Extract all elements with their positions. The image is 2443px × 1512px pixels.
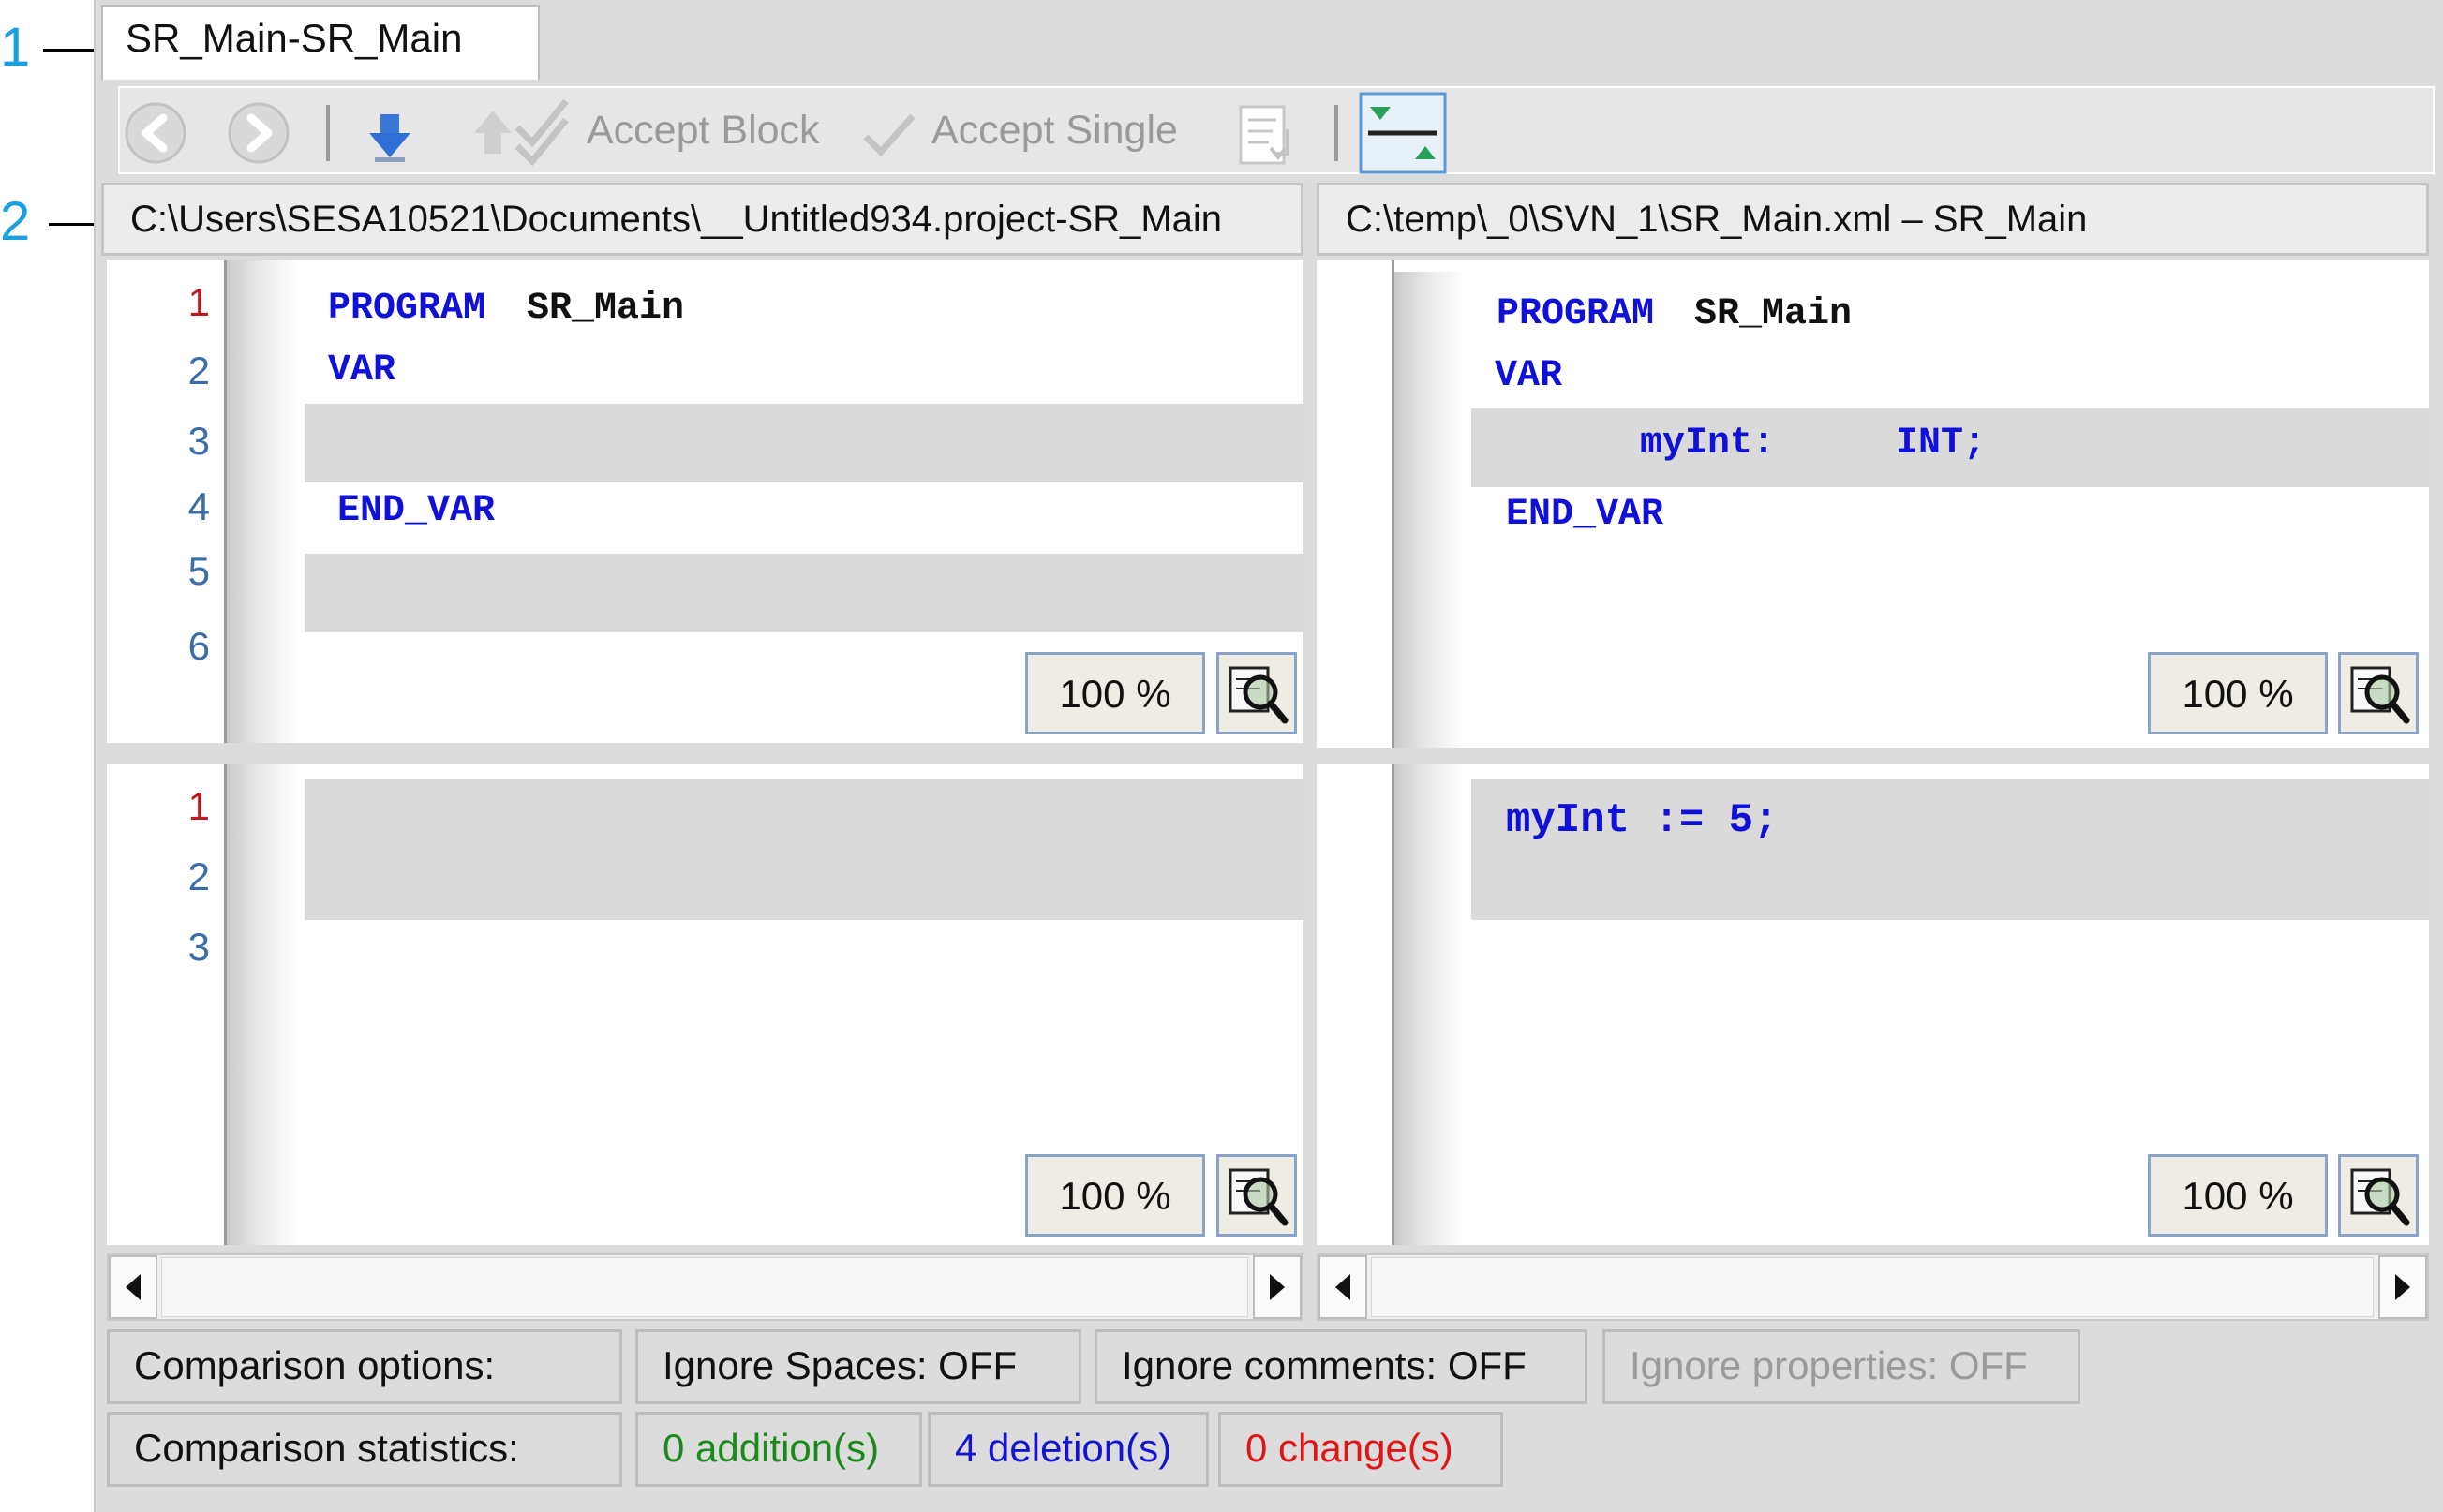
code-keyword: PROGRAM	[328, 288, 486, 330]
code-keyword: PROGRAM	[1497, 293, 1655, 335]
changes-count: 0 change(s)	[1218, 1412, 1503, 1487]
line-number: 1	[187, 280, 210, 324]
line-number: 5	[187, 549, 210, 593]
ignore-properties-toggle[interactable]: Ignore properties: OFF	[1602, 1329, 2080, 1404]
code-keyword: END_VAR	[337, 490, 496, 532]
left-horizontal-scrollbar[interactable]	[107, 1253, 1303, 1321]
code-keyword: END_VAR	[1506, 494, 1664, 536]
next-difference-icon[interactable]	[364, 107, 416, 165]
right-horizontal-scrollbar[interactable]	[1317, 1253, 2429, 1321]
left-implementation-pane[interactable]: 1 2 3 100 %	[107, 764, 1303, 1245]
magnifier-icon	[2350, 1168, 2410, 1226]
callout-1: 1	[0, 17, 31, 78]
toolbar-separator	[326, 105, 330, 161]
code-identifier: SR_Main	[1694, 293, 1853, 335]
accept-block-icon[interactable]	[512, 96, 577, 169]
line-number: 3	[187, 925, 210, 969]
callout-1-line	[43, 49, 101, 52]
left-declaration-pane[interactable]: 1 2 3 4 5 6 PROGRAM SR_Main VAR END_VAR …	[107, 260, 1303, 743]
additions-count: 0 addition(s)	[635, 1412, 922, 1487]
code-line: myInt := 5;	[1506, 797, 1779, 844]
scroll-thumb[interactable]	[161, 1257, 1248, 1317]
scroll-right-button[interactable]	[1253, 1255, 1302, 1319]
ignore-spaces-toggle[interactable]: Ignore Spaces: OFF	[635, 1329, 1081, 1404]
line-number: 2	[187, 348, 210, 393]
zoom-level[interactable]: 100 %	[2148, 652, 2328, 734]
code-type: INT;	[1896, 422, 1987, 465]
line-number: 2	[187, 854, 210, 898]
diff-highlight	[305, 554, 1303, 632]
diff-highlight	[305, 404, 1303, 482]
callout-2: 2	[0, 191, 31, 252]
line-number: 1	[187, 784, 210, 828]
zoom-level[interactable]: 100 %	[1025, 652, 1205, 734]
line-number: 4	[187, 484, 210, 528]
accept-block-button[interactable]: Accept Block	[587, 111, 820, 151]
left-file-path: C:\Users\SESA10521\Documents\__Untitled9…	[101, 183, 1303, 256]
accept-single-button[interactable]: Accept Single	[931, 111, 1178, 151]
accept-single-icon[interactable]	[860, 109, 918, 161]
magnifier-icon	[1229, 666, 1289, 724]
toolbar: Accept Block Accept Single	[118, 86, 2435, 174]
arrow-right-icon	[2395, 1274, 2410, 1300]
code-identifier: SR_Main	[527, 288, 685, 330]
zoom-level[interactable]: 100 %	[2148, 1154, 2328, 1237]
scroll-thumb[interactable]	[1371, 1257, 2374, 1317]
right-implementation-pane[interactable]: myInt := 5; 100 %	[1317, 764, 2429, 1245]
magnifier-icon	[1229, 1168, 1289, 1226]
scroll-left-button[interactable]	[1318, 1255, 1367, 1319]
copy-document-icon[interactable]	[1235, 101, 1310, 170]
zoom-button[interactable]	[2338, 652, 2419, 734]
scroll-right-button[interactable]	[2378, 1255, 2427, 1319]
code-variable: myInt:	[1640, 422, 1776, 465]
right-declaration-pane[interactable]: PROGRAM SR_Main VAR myInt: INT; END_VAR …	[1317, 260, 2429, 748]
zoom-button[interactable]	[1216, 1154, 1297, 1237]
zoom-button[interactable]	[1216, 652, 1297, 734]
line-number: 3	[187, 419, 210, 463]
zoom-button[interactable]	[2338, 1154, 2419, 1237]
right-file-path: C:\temp\_0\SVN_1\SR_Main.xml – SR_Main	[1317, 183, 2429, 256]
toolbar-separator-2	[1334, 105, 1338, 161]
diff-highlight	[305, 779, 1303, 920]
zoom-level[interactable]: 100 %	[1025, 1154, 1205, 1237]
show-differences-icon[interactable]	[1359, 92, 1447, 174]
code-keyword: VAR	[328, 349, 396, 392]
code-keyword: VAR	[1495, 355, 1563, 397]
tab-sr-main[interactable]: SR_Main-SR_Main	[101, 5, 540, 80]
scroll-left-button[interactable]	[109, 1255, 157, 1319]
arrow-left-icon	[126, 1274, 141, 1300]
ignore-comments-toggle[interactable]: Ignore comments: OFF	[1095, 1329, 1587, 1404]
comparison-options-label: Comparison options:	[107, 1329, 622, 1404]
back-icon[interactable]	[122, 99, 189, 167]
forward-icon[interactable]	[225, 99, 292, 167]
arrow-right-icon	[1270, 1274, 1285, 1300]
line-number: 6	[187, 624, 210, 668]
arrow-left-icon	[1335, 1274, 1350, 1300]
deletions-count: 4 deletion(s)	[928, 1412, 1209, 1487]
comparison-statistics-label: Comparison statistics:	[107, 1412, 622, 1487]
magnifier-icon	[2350, 666, 2410, 724]
